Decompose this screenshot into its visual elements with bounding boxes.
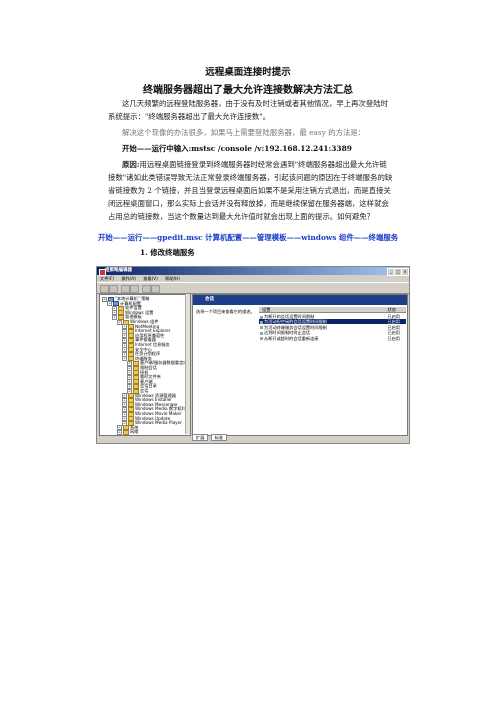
policy-tree[interactable]: + "本地计算机" 策略 + 计算机配置 + 软件设置 + Windows 设置 + 管理模板 + W… [99, 294, 191, 436]
folder-icon [123, 429, 129, 435]
setting-state: 已启用 [387, 330, 400, 336]
details-header: 会话 [193, 295, 407, 305]
menu-bar: 文件(F) 操作(A) 查看(V) 帮助(H) [97, 275, 409, 282]
menu-help[interactable]: 帮助(H) [165, 276, 180, 281]
window-titlebar: 组策略编辑器 [97, 267, 409, 275]
show-tree-icon[interactable] [130, 285, 139, 293]
tab-extended[interactable]: 扩展 [192, 434, 209, 441]
back-icon[interactable] [100, 285, 109, 293]
setting-row[interactable]: 达到时间限制时终止会话 已启用 [259, 330, 406, 335]
window-title: 组策略编辑器 [105, 268, 132, 273]
policy-setting-icon [260, 326, 263, 330]
policy-setting-icon [260, 337, 263, 341]
forward-icon[interactable] [109, 285, 118, 293]
column-setting[interactable]: 设置 [262, 307, 270, 312]
tree-item[interactable]: + 网络 [117, 429, 139, 435]
paragraph-solutions: 解决这个现像的办法很多，如果马上需要登陆服务器，最 easy 的方法是： [122, 128, 366, 137]
menu-file[interactable]: 文件(F) [100, 276, 114, 281]
column-state[interactable]: 状态 [388, 307, 396, 312]
policy-setting-icon [260, 331, 263, 335]
policy-setting-icon [260, 320, 263, 324]
paragraph-intro: 这几天频繁的远程登陆服务器，由于没有及时注销或者其他情况，早上再次登陆时系统提示… [108, 99, 389, 121]
cause-text: 用远程桌面链接登录到终端服务器时经常会遇到"终端服务器超出最大允许链接数"诸如此… [108, 160, 393, 221]
up-icon[interactable] [121, 285, 130, 293]
paragraph-path: 开始——运行——gpedit.msc 计算机配置——管理模板——windows … [98, 233, 399, 242]
doc-title: 远程桌面连接时提示 [205, 67, 291, 78]
setting-row[interactable]: 为活动但空闲的会话设置时间限制 已启用 [259, 319, 406, 325]
details-pane: 会话 选择一个项目来查看它的描述。 设置 状态 为断开的会话设置时间限制 已启用为… [192, 294, 408, 436]
toolbar [97, 282, 409, 294]
expand-icon[interactable]: + [117, 429, 122, 435]
step-heading: 1. 修改终端服务 [140, 248, 195, 257]
setting-label: 为活动但空闲的会话设置时间限制 [264, 319, 327, 325]
setting-label: 达到时间限制时终止会话 [264, 330, 311, 336]
policy-setting-icon [260, 315, 263, 319]
menu-action[interactable]: 操作(A) [121, 276, 136, 281]
tab-standard[interactable]: 标准 [210, 434, 228, 441]
paragraph-cause: 原因:用远程桌面链接登录到终端服务器时经常会遇到"终端服务器超出最大允许链接数"… [108, 158, 393, 223]
setting-state: 已启用 [387, 319, 400, 325]
cause-label: 原因: [122, 160, 140, 169]
paragraph-run-command: 开始——运行中输入:mstsc /console /v:192.168.12.2… [122, 144, 352, 153]
tree-scrollbar[interactable] [185, 294, 190, 434]
view-tabs: 扩展 标准 [192, 434, 406, 441]
tree-item-label: 网络 [130, 429, 139, 435]
tree-item-label: Windows Media Player [135, 420, 182, 426]
help-icon[interactable] [151, 285, 160, 293]
details-prompt: 选择一个项目来查看它的描述。 [196, 309, 255, 314]
export-icon[interactable] [142, 285, 151, 293]
column-headers: 设置 状态 [259, 307, 406, 313]
setting-row[interactable]: 从断开或超时的会话重新连接 已启用 [259, 336, 406, 341]
gpedit-screenshot: 组策略编辑器 _ □ × 文件(F) 操作(A) 查看(V) 帮助(H) + "本… [96, 266, 410, 444]
menu-view[interactable]: 查看(V) [143, 276, 158, 281]
setting-label: 从断开或超时的会话重新连接 [264, 335, 319, 341]
setting-state: 已启用 [387, 335, 400, 341]
doc-subtitle: 终端服务器超出了最大允许连接数解决方法汇总 [143, 85, 353, 96]
